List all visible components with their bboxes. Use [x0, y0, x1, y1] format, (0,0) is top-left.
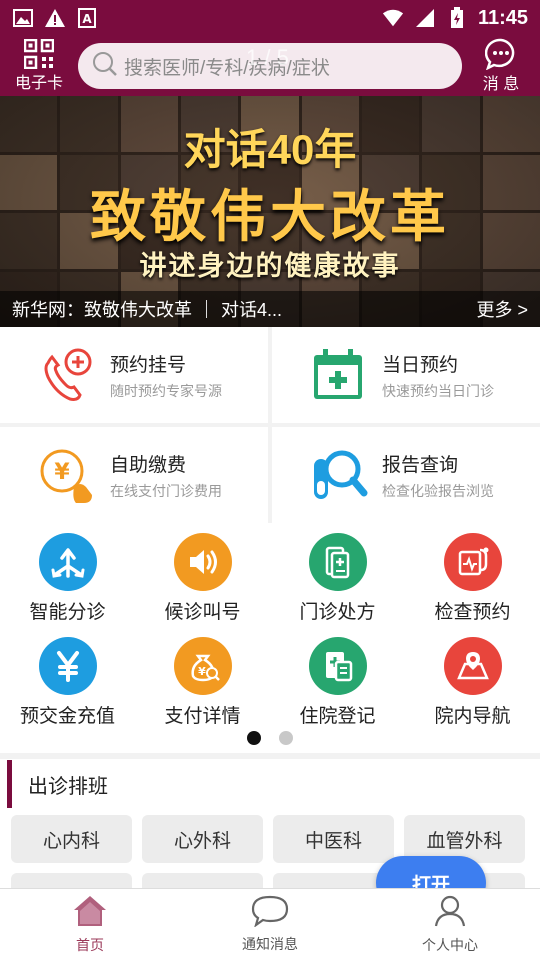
grid-item-payment-details[interactable]: ¥ 支付详情 — [135, 637, 270, 745]
service-title: 当日预约 — [382, 354, 459, 376]
calendar-plus-icon — [308, 345, 368, 405]
grid-item-navigation[interactable]: 院内导航 — [405, 637, 540, 745]
service-title: 预约挂号 — [110, 354, 187, 376]
service-subtitle: 随时预约专家号源 — [110, 382, 222, 399]
search-report-icon — [308, 445, 368, 505]
banner-carousel[interactable]: 对话40年 致敬伟大改革 讲述身边的健康故事 新华网：致敬伟大改革 对话4...… — [0, 96, 540, 327]
tab-profile[interactable]: 个人中心 — [360, 889, 540, 960]
person-icon — [433, 894, 467, 935]
signal-icon — [414, 8, 436, 28]
money-bag-icon: ¥ — [173, 637, 232, 695]
dept-button[interactable]: 中医科 — [273, 815, 394, 863]
service-subtitle: 在线支付门诊费用 — [110, 482, 222, 499]
speaker-icon — [173, 533, 232, 591]
prescription-icon — [308, 533, 367, 591]
battery-icon — [446, 7, 468, 28]
section-accent-bar — [7, 760, 12, 808]
more-link[interactable]: 更多 > — [476, 296, 528, 322]
status-bar: A 11:45 — [0, 0, 540, 36]
grid-item-admission[interactable]: 住院登记 — [270, 637, 405, 745]
tab-home[interactable]: 首页 — [0, 889, 180, 960]
grid-label: 预交金充值 — [19, 706, 115, 727]
grid-label: 候诊叫号 — [164, 602, 241, 623]
search-input[interactable]: 搜索医师/专科/疾病/症状 1 / 5 — [78, 43, 462, 89]
search-icon — [92, 51, 118, 82]
grid-label: 住院登记 — [299, 706, 376, 727]
banner-headline: 对话40年 — [183, 126, 357, 173]
grid-item-deposit[interactable]: 预交金充值 — [0, 637, 135, 745]
caption-left: 新华网：致敬伟大改革 — [12, 300, 192, 320]
service-same-day[interactable]: 当日预约 快速预约当日门诊 — [272, 327, 540, 423]
svg-text:A: A — [82, 12, 92, 26]
tab-label: 个人中心 — [422, 937, 478, 953]
grid-label: 智能分诊 — [29, 602, 106, 623]
message-label: 消 息 — [482, 76, 520, 93]
banner-title: 致敬伟大改革 — [90, 184, 450, 250]
home-icon — [72, 894, 108, 935]
message-button[interactable]: 消 息 — [462, 36, 540, 96]
dept-button[interactable]: 心内科 — [11, 815, 132, 863]
image-icon — [12, 8, 34, 28]
ecard-label: 电子卡 — [14, 75, 63, 92]
pager-dot-active[interactable] — [247, 731, 261, 745]
quick-function-grid: 智能分诊 候诊叫号 门诊处方 检查预约 预交金充值 ¥ 支付详情 住院登记 院内… — [0, 523, 540, 753]
service-title: 报告查询 — [382, 454, 459, 476]
a-box-icon: A — [76, 8, 98, 28]
bottom-tab-bar: 首页 通知消息 个人中心 — [0, 888, 540, 960]
svg-text:¥: ¥ — [54, 460, 70, 485]
service-self-pay[interactable]: ¥ 自助缴费 在线支付门诊费用 — [0, 427, 268, 523]
service-appointment[interactable]: 预约挂号 随时预约专家号源 — [0, 327, 268, 423]
service-title: 自助缴费 — [110, 454, 187, 476]
service-cards: 预约挂号 随时预约专家号源 当日预约 快速预约当日门诊 ¥ 自助缴费 在线支付门… — [0, 327, 540, 523]
grid-item-triage[interactable]: 智能分诊 — [0, 533, 135, 637]
hospital-form-icon — [308, 637, 367, 695]
top-bar: 电子卡 搜索医师/专科/疾病/症状 1 / 5 消 息 — [0, 36, 540, 96]
grid-label: 门诊处方 — [299, 602, 376, 623]
yuan-hand-icon: ¥ — [36, 445, 96, 505]
section-title: 出诊排班 — [28, 775, 108, 798]
svg-text:¥: ¥ — [198, 665, 206, 678]
caption-right: 对话4... — [221, 300, 283, 320]
tab-notifications[interactable]: 通知消息 — [180, 889, 360, 960]
tab-label: 通知消息 — [242, 936, 298, 952]
banner-subtitle: 讲述身边的健康故事 — [139, 251, 401, 281]
warning-icon — [44, 8, 66, 28]
grid-item-queue[interactable]: 候诊叫号 — [135, 533, 270, 637]
banner-caption: 新华网：致敬伟大改革 对话4... 更多 > — [0, 291, 540, 327]
wifi-icon — [382, 8, 404, 28]
service-subtitle: 检查化验报告浏览 — [382, 482, 494, 499]
stethoscope-icon — [443, 533, 502, 591]
dept-button[interactable]: 心外科 — [142, 815, 263, 863]
grid-item-exam-appointment[interactable]: 检查预约 — [405, 533, 540, 637]
phone-plus-icon — [36, 345, 96, 405]
grid-pager — [0, 731, 540, 745]
banner-counter: 1 / 5 — [246, 45, 289, 70]
grid-item-prescription[interactable]: 门诊处方 — [270, 533, 405, 637]
service-subtitle: 快速预约当日门诊 — [382, 382, 494, 399]
grid-label: 检查预约 — [434, 602, 511, 623]
triage-arrows-icon — [38, 533, 97, 591]
ecard-button[interactable]: 电子卡 — [0, 36, 78, 96]
caption-divider — [206, 300, 207, 318]
yuan-icon — [38, 637, 97, 695]
grid-label: 支付详情 — [164, 706, 241, 727]
message-bubble-icon — [485, 38, 517, 70]
grid-label: 院内导航 — [434, 706, 511, 727]
search-placeholder: 搜索医师/专科/疾病/症状 — [124, 57, 330, 79]
status-time: 11:45 — [477, 6, 528, 29]
pager-dot[interactable] — [279, 731, 293, 745]
service-report[interactable]: 报告查询 检查化验报告浏览 — [272, 427, 540, 523]
map-pin-icon — [443, 637, 502, 695]
chat-bubble-icon — [251, 895, 289, 934]
qr-code-icon — [24, 39, 54, 69]
tab-label: 首页 — [76, 937, 104, 953]
